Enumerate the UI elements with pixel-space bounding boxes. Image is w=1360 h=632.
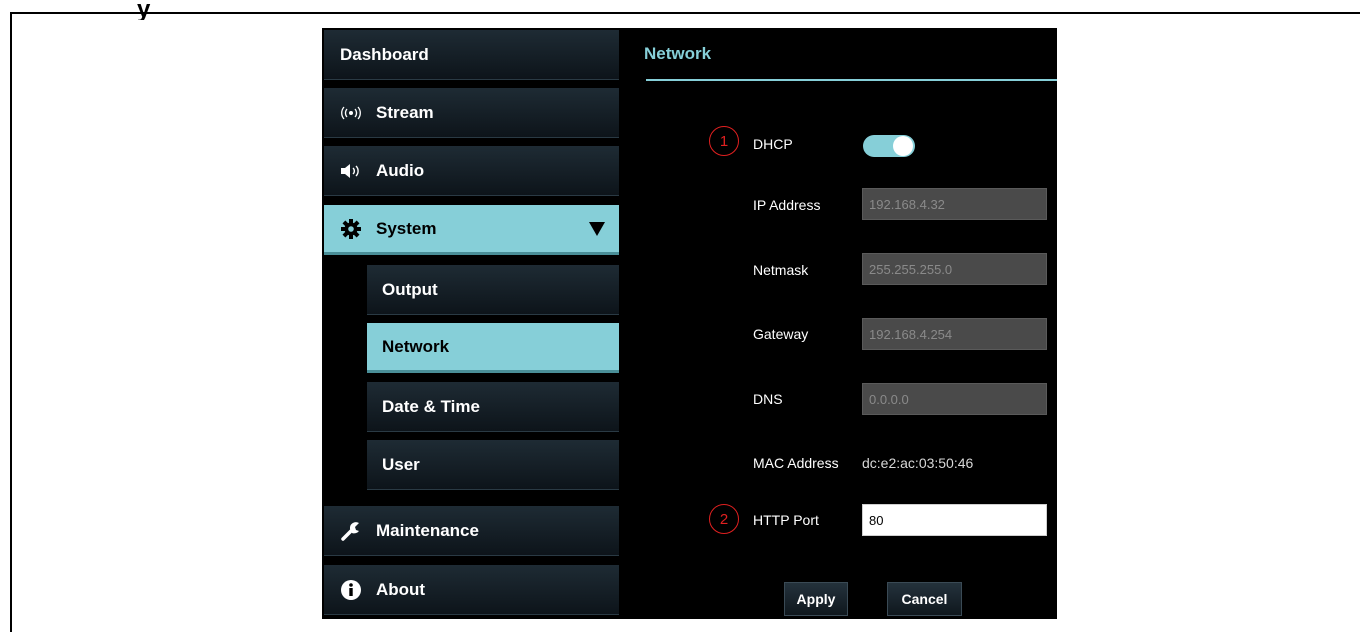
- sidebar-item-label: Dashboard: [340, 44, 429, 64]
- sidebar: Dashboard Stream Audio System Output Net…: [322, 28, 622, 619]
- ip-address-label: IP Address: [753, 197, 821, 213]
- camera-web-ui: Dashboard Stream Audio System Output Net…: [322, 28, 1057, 619]
- dns-label: DNS: [753, 391, 783, 407]
- http-port-label: HTTP Port: [753, 512, 819, 528]
- broadcast-icon: [340, 102, 362, 124]
- toggle-knob: [893, 136, 913, 156]
- speaker-icon: [340, 160, 362, 182]
- sidebar-item-maintenance[interactable]: Maintenance: [324, 506, 619, 556]
- sidebar-item-label: About: [376, 579, 426, 599]
- mac-address-label: MAC Address: [753, 455, 839, 471]
- dns-field[interactable]: [862, 383, 1047, 415]
- cropped-heading-fragment: y: [137, 0, 151, 20]
- cancel-button[interactable]: Cancel: [887, 582, 962, 616]
- info-icon: [340, 579, 362, 601]
- dhcp-toggle[interactable]: [863, 135, 915, 157]
- sidebar-item-output[interactable]: Output: [367, 265, 619, 315]
- page-title: Network: [644, 44, 712, 63]
- gateway-field[interactable]: [862, 318, 1047, 350]
- callout-marker-2: 2: [709, 504, 739, 534]
- sidebar-item-label: Date & Time: [382, 396, 480, 416]
- sidebar-item-label: User: [382, 454, 420, 474]
- netmask-label: Netmask: [753, 262, 809, 278]
- netmask-field[interactable]: [862, 253, 1047, 285]
- sidebar-item-label: Network: [382, 336, 450, 356]
- gear-icon: [340, 218, 362, 240]
- sidebar-item-label: Maintenance: [376, 520, 479, 540]
- wrench-icon: [340, 520, 362, 542]
- sidebar-item-label: Output: [382, 279, 438, 299]
- sidebar-item-user[interactable]: User: [367, 440, 619, 490]
- sidebar-item-network[interactable]: Network: [367, 323, 619, 373]
- sidebar-item-about[interactable]: About: [324, 565, 619, 615]
- apply-button[interactable]: Apply: [784, 582, 848, 616]
- title-divider: [646, 79, 1057, 81]
- mac-address-value: dc:e2:ac:03:50:46: [862, 455, 974, 471]
- network-settings-panel: Network 1 DHCP IP Address Netmask Gatewa…: [644, 28, 1057, 619]
- sidebar-item-label: Stream: [376, 102, 434, 122]
- gateway-label: Gateway: [753, 326, 809, 342]
- sidebar-item-stream[interactable]: Stream: [324, 88, 619, 138]
- chevron-down-icon: [589, 222, 605, 236]
- sidebar-item-label: Audio: [376, 160, 425, 180]
- sidebar-item-date-time[interactable]: Date & Time: [367, 382, 619, 432]
- ip-address-field[interactable]: [862, 188, 1047, 220]
- sidebar-item-system[interactable]: System: [324, 205, 619, 255]
- http-port-field[interactable]: [862, 504, 1047, 536]
- sidebar-item-dashboard[interactable]: Dashboard: [324, 30, 619, 80]
- sidebar-item-label: System: [376, 218, 437, 238]
- dhcp-label: DHCP: [753, 136, 793, 152]
- sidebar-item-audio[interactable]: Audio: [324, 146, 619, 196]
- callout-marker-1: 1: [709, 126, 739, 156]
